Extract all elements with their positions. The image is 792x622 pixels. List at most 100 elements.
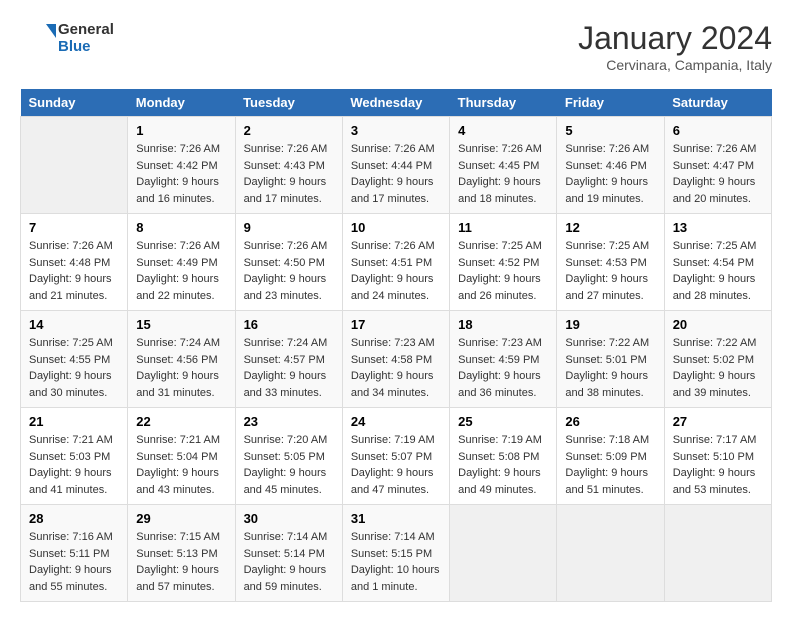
day-info: Sunrise: 7:23 AMSunset: 4:58 PMDaylight:… [351, 335, 441, 401]
day-info: Sunrise: 7:26 AMSunset: 4:42 PMDaylight:… [136, 141, 226, 207]
calendar-table: SundayMondayTuesdayWednesdayThursdayFrid… [20, 89, 772, 602]
calendar-cell: 4 Sunrise: 7:26 AMSunset: 4:45 PMDaylight… [450, 117, 557, 214]
weekday-header-saturday: Saturday [664, 89, 771, 117]
logo-text: General Blue [58, 21, 114, 56]
title-block: January 2024 Cervinara, Campania, Italy [578, 20, 772, 73]
logo-general: General [58, 21, 114, 38]
calendar-cell: 22Sunrise: 7:21 AMSunset: 5:04 PMDayligh… [128, 408, 235, 505]
day-info: Sunrise: 7:25 AMSunset: 4:54 PMDaylight:… [673, 238, 763, 304]
calendar-cell: 17 Sunrise: 7:23 AMSunset: 4:58 PMDayligh… [342, 311, 449, 408]
day-info: Sunrise: 7:20 AMSunset: 5:05 PMDaylight:… [244, 432, 334, 498]
calendar-cell: 16 Sunrise: 7:24 AMSunset: 4:57 PMDayligh… [235, 311, 342, 408]
calendar-cell: 15Sunrise: 7:24 AMSunset: 4:56 PMDayligh… [128, 311, 235, 408]
calendar-cell: 5Sunrise: 7:26 AMSunset: 4:46 PMDaylight… [557, 117, 664, 214]
weekday-header-tuesday: Tuesday [235, 89, 342, 117]
day-number: 20 [673, 317, 763, 332]
calendar-cell: 30 Sunrise: 7:14 AMSunset: 5:14 PMDayligh… [235, 505, 342, 602]
location-subtitle: Cervinara, Campania, Italy [578, 57, 772, 73]
logo-container: General Blue [20, 20, 114, 56]
day-info: Sunrise: 7:17 AMSunset: 5:10 PMDaylight:… [673, 432, 763, 498]
day-info: Sunrise: 7:19 AMSunset: 5:08 PMDaylight:… [458, 432, 548, 498]
calendar-cell: 3 Sunrise: 7:26 AMSunset: 4:44 PMDaylight… [342, 117, 449, 214]
day-info: Sunrise: 7:22 AMSunset: 5:02 PMDaylight:… [673, 335, 763, 401]
day-number: 24 [351, 414, 441, 429]
page-header: General Blue January 2024 Cervinara, Cam… [20, 20, 772, 73]
calendar-cell: 18 Sunrise: 7:23 AMSunset: 4:59 PMDayligh… [450, 311, 557, 408]
day-info: Sunrise: 7:26 AMSunset: 4:48 PMDaylight:… [29, 238, 119, 304]
calendar-cell: 1Sunrise: 7:26 AMSunset: 4:42 PMDaylight… [128, 117, 235, 214]
calendar-cell: 25 Sunrise: 7:19 AMSunset: 5:08 PMDayligh… [450, 408, 557, 505]
calendar-cell: 28Sunrise: 7:16 AMSunset: 5:11 PMDayligh… [21, 505, 128, 602]
logo: General Blue [20, 20, 114, 56]
day-number: 16 [244, 317, 334, 332]
day-info: Sunrise: 7:14 AMSunset: 5:15 PMDaylight:… [351, 529, 441, 595]
calendar-cell [557, 505, 664, 602]
day-number: 25 [458, 414, 548, 429]
day-number: 30 [244, 511, 334, 526]
calendar-cell: 26Sunrise: 7:18 AMSunset: 5:09 PMDayligh… [557, 408, 664, 505]
day-number: 13 [673, 220, 763, 235]
calendar-week-1: 1Sunrise: 7:26 AMSunset: 4:42 PMDaylight… [21, 117, 772, 214]
day-number: 2 [244, 123, 334, 138]
day-number: 4 [458, 123, 548, 138]
day-info: Sunrise: 7:21 AMSunset: 5:03 PMDaylight:… [29, 432, 119, 498]
day-number: 17 [351, 317, 441, 332]
day-info: Sunrise: 7:26 AMSunset: 4:49 PMDaylight:… [136, 238, 226, 304]
calendar-cell [450, 505, 557, 602]
day-number: 15 [136, 317, 226, 332]
calendar-cell: 13 Sunrise: 7:25 AMSunset: 4:54 PMDayligh… [664, 214, 771, 311]
calendar-header: SundayMondayTuesdayWednesdayThursdayFrid… [21, 89, 772, 117]
calendar-cell: 12 Sunrise: 7:25 AMSunset: 4:53 PMDayligh… [557, 214, 664, 311]
day-number: 18 [458, 317, 548, 332]
day-number: 3 [351, 123, 441, 138]
logo-blue: Blue [58, 38, 114, 55]
calendar-cell: 11Sunrise: 7:25 AMSunset: 4:52 PMDayligh… [450, 214, 557, 311]
day-info: Sunrise: 7:24 AMSunset: 4:57 PMDaylight:… [244, 335, 334, 401]
calendar-cell: 8Sunrise: 7:26 AMSunset: 4:49 PMDaylight… [128, 214, 235, 311]
day-info: Sunrise: 7:15 AMSunset: 5:13 PMDaylight:… [136, 529, 226, 595]
day-number: 12 [565, 220, 655, 235]
day-number: 31 [351, 511, 441, 526]
day-number: 6 [673, 123, 763, 138]
day-info: Sunrise: 7:25 AMSunset: 4:53 PMDaylight:… [565, 238, 655, 304]
day-info: Sunrise: 7:26 AMSunset: 4:51 PMDaylight:… [351, 238, 441, 304]
calendar-cell: 6 Sunrise: 7:26 AMSunset: 4:47 PMDaylight… [664, 117, 771, 214]
day-number: 27 [673, 414, 763, 429]
day-info: Sunrise: 7:26 AMSunset: 4:43 PMDaylight:… [244, 141, 334, 207]
day-number: 10 [351, 220, 441, 235]
weekday-header-sunday: Sunday [21, 89, 128, 117]
calendar-cell: 21Sunrise: 7:21 AMSunset: 5:03 PMDayligh… [21, 408, 128, 505]
weekday-header-thursday: Thursday [450, 89, 557, 117]
day-number: 23 [244, 414, 334, 429]
calendar-cell [21, 117, 128, 214]
calendar-week-2: 7 Sunrise: 7:26 AMSunset: 4:48 PMDaylight… [21, 214, 772, 311]
day-number: 7 [29, 220, 119, 235]
day-info: Sunrise: 7:26 AMSunset: 4:47 PMDaylight:… [673, 141, 763, 207]
calendar-cell: 2 Sunrise: 7:26 AMSunset: 4:43 PMDaylight… [235, 117, 342, 214]
day-number: 19 [565, 317, 655, 332]
day-info: Sunrise: 7:26 AMSunset: 4:44 PMDaylight:… [351, 141, 441, 207]
day-info: Sunrise: 7:22 AMSunset: 5:01 PMDaylight:… [565, 335, 655, 401]
weekday-header-monday: Monday [128, 89, 235, 117]
day-number: 22 [136, 414, 226, 429]
day-number: 28 [29, 511, 119, 526]
day-info: Sunrise: 7:26 AMSunset: 4:46 PMDaylight:… [565, 141, 655, 207]
calendar-cell: 23 Sunrise: 7:20 AMSunset: 5:05 PMDayligh… [235, 408, 342, 505]
calendar-body: 1Sunrise: 7:26 AMSunset: 4:42 PMDaylight… [21, 117, 772, 602]
day-info: Sunrise: 7:14 AMSunset: 5:14 PMDaylight:… [244, 529, 334, 595]
calendar-cell: 9Sunrise: 7:26 AMSunset: 4:50 PMDaylight… [235, 214, 342, 311]
calendar-cell: 20 Sunrise: 7:22 AMSunset: 5:02 PMDayligh… [664, 311, 771, 408]
calendar-week-3: 14Sunrise: 7:25 AMSunset: 4:55 PMDayligh… [21, 311, 772, 408]
calendar-cell: 31 Sunrise: 7:14 AMSunset: 5:15 PMDayligh… [342, 505, 449, 602]
day-info: Sunrise: 7:26 AMSunset: 4:50 PMDaylight:… [244, 238, 334, 304]
calendar-cell: 29Sunrise: 7:15 AMSunset: 5:13 PMDayligh… [128, 505, 235, 602]
calendar-week-5: 28Sunrise: 7:16 AMSunset: 5:11 PMDayligh… [21, 505, 772, 602]
day-info: Sunrise: 7:23 AMSunset: 4:59 PMDaylight:… [458, 335, 548, 401]
day-number: 26 [565, 414, 655, 429]
day-info: Sunrise: 7:26 AMSunset: 4:45 PMDaylight:… [458, 141, 548, 207]
day-info: Sunrise: 7:25 AMSunset: 4:55 PMDaylight:… [29, 335, 119, 401]
calendar-cell: 10 Sunrise: 7:26 AMSunset: 4:51 PMDayligh… [342, 214, 449, 311]
calendar-cell: 7 Sunrise: 7:26 AMSunset: 4:48 PMDaylight… [21, 214, 128, 311]
calendar-cell [664, 505, 771, 602]
calendar-week-4: 21Sunrise: 7:21 AMSunset: 5:03 PMDayligh… [21, 408, 772, 505]
